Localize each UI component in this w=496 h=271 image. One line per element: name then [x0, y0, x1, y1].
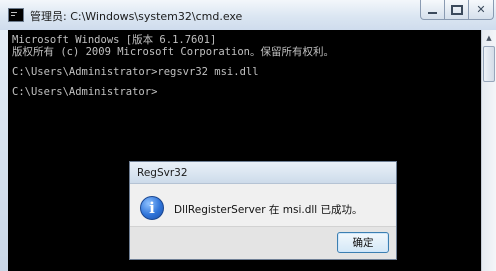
dialog-message: DllRegisterServer 在 msi.dll 已成功。 [174, 204, 363, 216]
minimize-button[interactable] [420, 0, 445, 20]
scroll-up-icon[interactable]: ▲ [484, 32, 494, 44]
dialog-title: RegSvr32 [137, 167, 188, 179]
scroll-thumb[interactable] [483, 46, 495, 82]
window-title: 管理员: C:\Windows\system32\cmd.exe [30, 10, 243, 23]
window-titlebar[interactable]: 管理员: C:\Windows\system32\cmd.exe ✕ [0, 0, 496, 30]
maximize-icon [450, 4, 463, 15]
ok-button[interactable]: 确定 [337, 232, 389, 253]
console-line: C:\Users\Administrator> [12, 86, 158, 98]
dialog-footer: 确定 [130, 226, 396, 259]
close-button[interactable]: ✕ [468, 0, 494, 20]
console-line: 版权所有 (c) 2009 Microsoft Corporation。保留所有… [12, 46, 334, 58]
vertical-scrollbar[interactable]: ▲ [481, 30, 496, 271]
minimize-icon [428, 11, 437, 14]
info-icon: i [140, 196, 164, 220]
cmd-icon[interactable] [8, 8, 24, 22]
maximize-button[interactable] [444, 0, 469, 20]
console-line: Microsoft Windows [版本 6.1.7601] [12, 34, 217, 46]
dialog-titlebar[interactable]: RegSvr32 [130, 162, 396, 184]
console-line: C:\Users\Administrator>regsvr32 msi.dll [12, 66, 259, 78]
regsvr32-dialog: RegSvr32 i DllRegisterServer 在 msi.dll 已… [129, 161, 397, 260]
close-icon: ✕ [476, 3, 486, 16]
